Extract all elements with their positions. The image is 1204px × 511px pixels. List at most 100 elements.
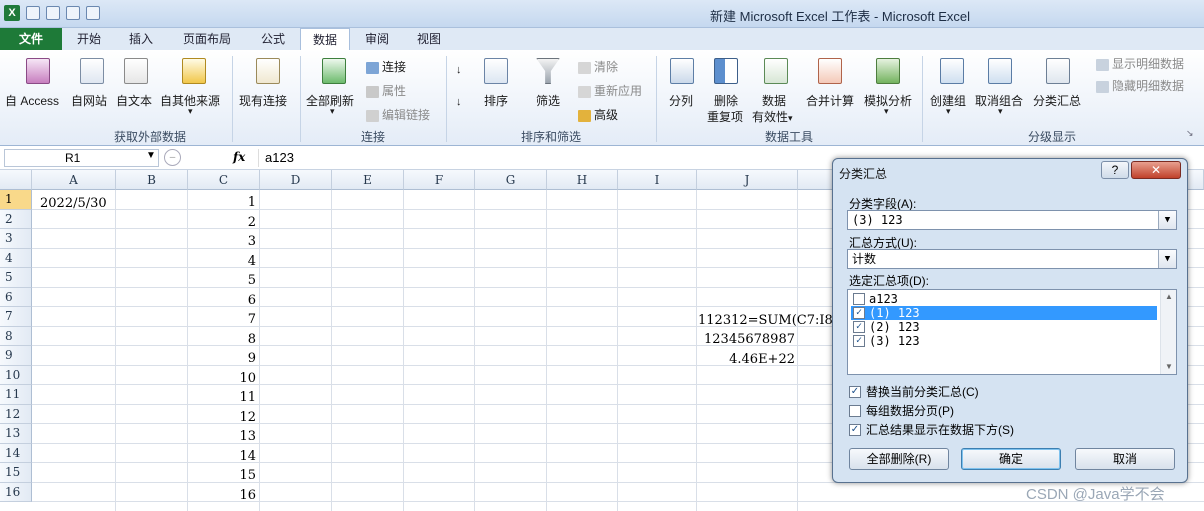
summary-below-option[interactable]: ✓ 汇总结果显示在数据下方(S) xyxy=(849,423,1014,439)
page-break-option[interactable]: 每组数据分页(P) xyxy=(849,404,954,420)
row-header[interactable]: 6 xyxy=(0,287,32,307)
tab-formulas[interactable]: 公式 xyxy=(248,28,298,50)
list-item[interactable]: ✓ (1) 123 xyxy=(851,306,1157,320)
cell-c[interactable]: 14 xyxy=(188,447,256,466)
row-header[interactable]: 7 xyxy=(0,307,32,327)
cell-c[interactable]: 7 xyxy=(188,310,256,329)
checkbox-unchecked-icon[interactable] xyxy=(849,405,861,417)
insert-function-icon[interactable]: fx xyxy=(233,150,245,164)
cell-c[interactable]: 10 xyxy=(188,369,256,388)
cell-j9[interactable]: 4.46E+22 xyxy=(698,350,795,369)
cell-c[interactable]: 13 xyxy=(188,427,256,446)
column-header[interactable]: I xyxy=(618,170,697,190)
from-web-button[interactable]: 自网站 xyxy=(71,92,107,109)
row-header[interactable]: 2 xyxy=(0,209,32,229)
remove-duplicates-button[interactable]: 删除 xyxy=(714,92,738,109)
redo-icon[interactable] xyxy=(66,6,80,20)
tab-page-layout[interactable]: 页面布局 xyxy=(170,28,244,50)
cell-c[interactable]: 1 xyxy=(188,193,256,212)
what-if-dropdown-icon[interactable]: ▾ xyxy=(884,106,889,117)
cell-c[interactable]: 16 xyxy=(188,486,256,505)
ok-button[interactable]: 确定 xyxy=(961,448,1061,470)
scroll-up-icon[interactable]: ▲ xyxy=(1161,290,1177,304)
scroll-down-icon[interactable]: ▼ xyxy=(1161,360,1177,374)
existing-connections-button[interactable]: 现有连接 xyxy=(239,92,287,109)
from-text-button[interactable]: 自文本 xyxy=(116,92,152,109)
outline-dialog-launcher-icon[interactable]: ↘ xyxy=(1186,128,1194,139)
sort-ascending-icon[interactable]: ↓ xyxy=(456,64,462,76)
column-header[interactable]: B xyxy=(116,170,188,190)
cell-c[interactable]: 8 xyxy=(188,330,256,349)
subtotal-button[interactable]: 分类汇总 xyxy=(1033,92,1081,109)
tab-review[interactable]: 审阅 xyxy=(352,28,402,50)
row-header[interactable]: 8 xyxy=(0,326,32,346)
properties-button[interactable]: 属性 xyxy=(366,82,406,99)
name-box-dropdown-icon[interactable]: ▼ xyxy=(146,150,156,161)
list-item[interactable]: ✓ (3) 123 xyxy=(851,334,1157,348)
tab-view[interactable]: 视图 xyxy=(404,28,454,50)
column-header[interactable]: H xyxy=(547,170,618,190)
row-header[interactable]: 4 xyxy=(0,248,32,268)
tab-data[interactable]: 数据 xyxy=(300,28,350,51)
row-header[interactable]: 16 xyxy=(0,482,32,502)
cell-c[interactable]: 9 xyxy=(188,349,256,368)
field-select[interactable]: (3) 123 ▼ xyxy=(847,210,1177,230)
ungroup-dropdown-icon[interactable]: ▾ xyxy=(998,106,1003,117)
connections-button[interactable]: 连接 xyxy=(366,58,406,75)
edit-links-button[interactable]: 编辑链接 xyxy=(366,106,430,123)
chevron-down-icon[interactable]: ▼ xyxy=(1158,211,1176,229)
row-header[interactable]: 11 xyxy=(0,385,32,405)
reapply-button[interactable]: 重新应用 xyxy=(578,82,642,99)
column-header[interactable]: J xyxy=(697,170,798,190)
customize-toolbar-icon[interactable] xyxy=(86,6,100,20)
checkbox-checked-icon[interactable]: ✓ xyxy=(849,386,861,398)
row-header[interactable]: 12 xyxy=(0,404,32,424)
refresh-dropdown-icon[interactable]: ▾ xyxy=(330,106,335,117)
undo-icon[interactable] xyxy=(46,6,60,20)
cancel-entry-icon[interactable]: – xyxy=(164,149,181,166)
from-access-button[interactable]: 自 Access xyxy=(5,92,59,109)
save-icon[interactable] xyxy=(26,6,40,20)
column-header[interactable]: C xyxy=(188,170,260,190)
validation-dropdown-icon[interactable]: ▾ xyxy=(788,113,793,123)
cell-c[interactable]: 3 xyxy=(188,232,256,251)
replace-current-option[interactable]: ✓ 替换当前分类汇总(C) xyxy=(849,385,979,401)
remove-all-button[interactable]: 全部删除(R) xyxy=(849,448,949,470)
group-dropdown-icon[interactable]: ▾ xyxy=(946,106,951,117)
chevron-down-icon[interactable]: ▼ xyxy=(1158,250,1176,268)
consolidate-button[interactable]: 合并计算 xyxy=(806,92,854,109)
row-header[interactable]: 10 xyxy=(0,365,32,385)
formula-input[interactable]: a123 xyxy=(258,149,818,167)
row-header[interactable]: 14 xyxy=(0,443,32,463)
checkbox-checked-icon[interactable]: ✓ xyxy=(849,424,861,436)
list-item[interactable]: ✓ (2) 123 xyxy=(851,320,1157,334)
cell-c[interactable]: 4 xyxy=(188,252,256,271)
cell-j7[interactable]: 112312=SUM(C7:I8) xyxy=(698,311,838,330)
tab-file[interactable]: 文件 xyxy=(0,28,62,50)
cell-c[interactable]: 11 xyxy=(188,388,256,407)
tab-home[interactable]: 开始 xyxy=(66,28,112,50)
cancel-button[interactable]: 取消 xyxy=(1075,448,1175,470)
clear-filter-button[interactable]: 清除 xyxy=(578,58,618,75)
cell-c[interactable]: 6 xyxy=(188,291,256,310)
cell-c[interactable]: 2 xyxy=(188,213,256,232)
checkbox-checked-icon[interactable]: ✓ xyxy=(853,307,865,319)
hide-detail-button[interactable]: 隐藏明细数据 xyxy=(1096,77,1184,94)
cell-a1[interactable]: 2022/5/30 xyxy=(40,194,107,213)
filter-button[interactable]: 筛选 xyxy=(536,92,560,109)
row-header[interactable]: 1 xyxy=(0,190,32,210)
subtotal-items-list[interactable]: a123 ✓ (1) 123 ✓ (2) 123 ✓ (3) 123 ▲ ▼ xyxy=(847,289,1177,375)
row-header[interactable]: 13 xyxy=(0,424,32,444)
advanced-filter-button[interactable]: 高级 xyxy=(578,106,618,123)
column-header[interactable]: G xyxy=(475,170,547,190)
show-detail-button[interactable]: 显示明细数据 xyxy=(1096,55,1184,72)
other-sources-dropdown-icon[interactable]: ▾ xyxy=(188,106,193,117)
text-to-columns-button[interactable]: 分列 xyxy=(669,92,693,109)
row-header[interactable]: 3 xyxy=(0,229,32,249)
select-all-corner[interactable] xyxy=(0,170,32,190)
checkbox-unchecked-icon[interactable] xyxy=(853,293,865,305)
method-select[interactable]: 计数 ▼ xyxy=(847,249,1177,269)
excel-logo-icon[interactable]: X xyxy=(4,5,20,21)
checkbox-checked-icon[interactable]: ✓ xyxy=(853,321,865,333)
name-box[interactable]: R1 xyxy=(4,149,159,167)
